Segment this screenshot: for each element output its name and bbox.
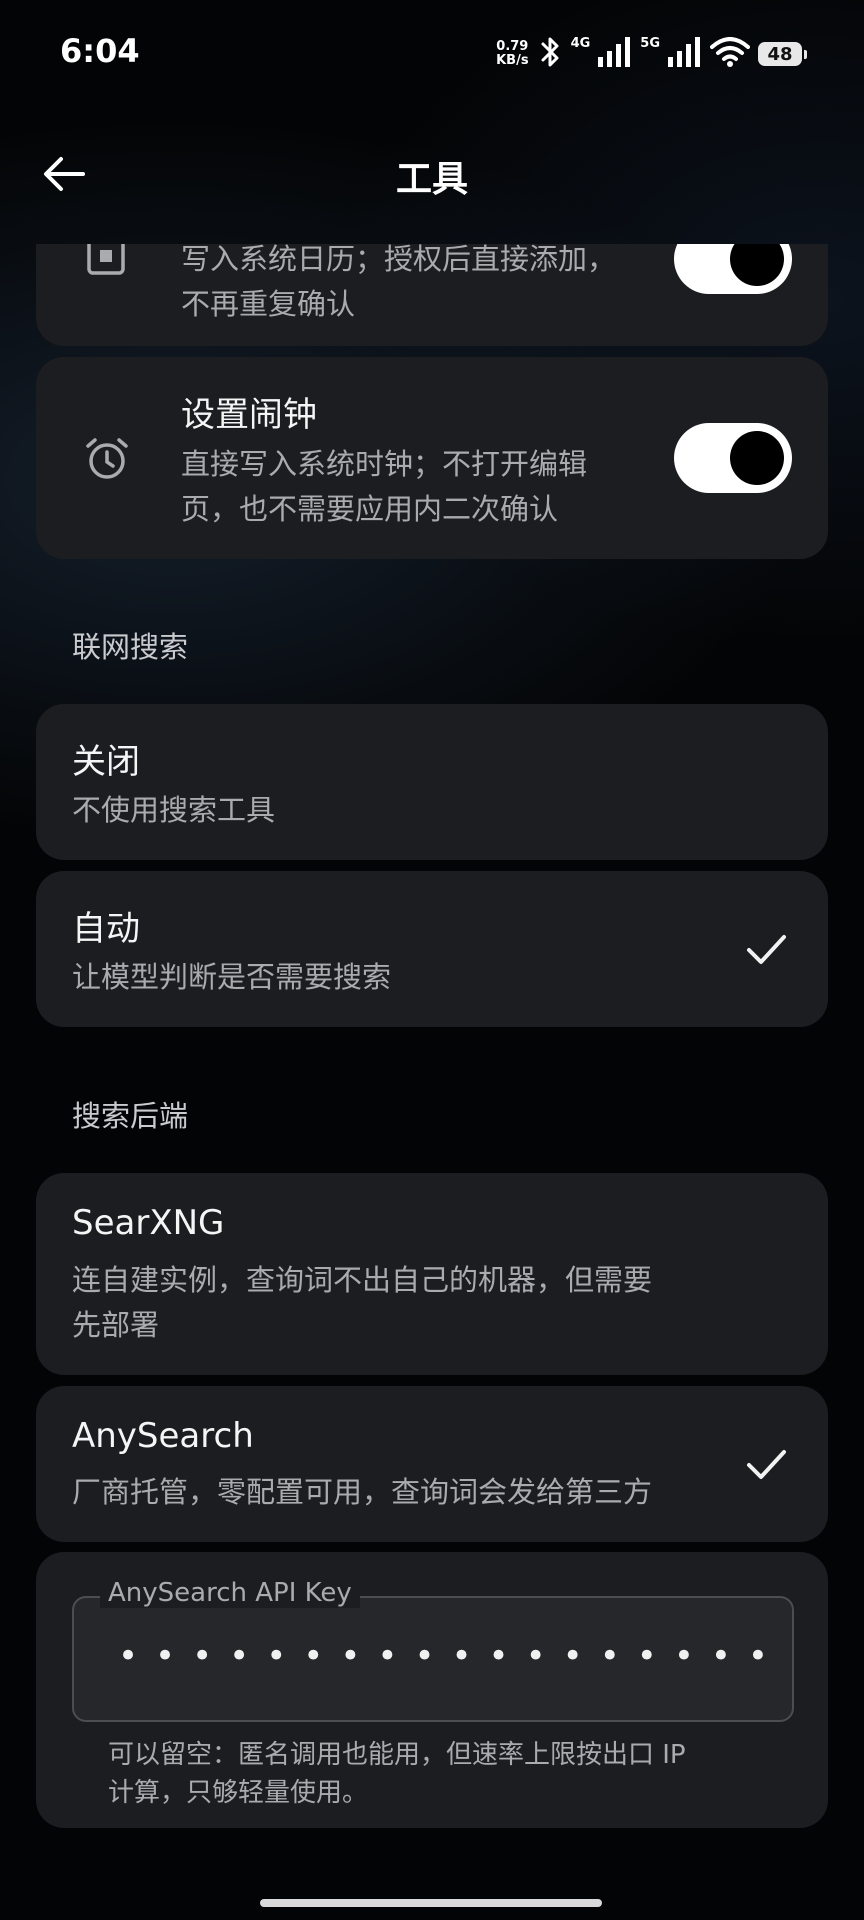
- option-desc-line-1: 连自建实例，查询词不出自己的机器，但需要: [72, 1263, 653, 1297]
- option-desc: 厂商托管，零配置可用，查询词会发给第三方: [72, 1475, 653, 1509]
- status-bar: 6:04 0.79 KB/s 4G 5G 48: [0, 0, 864, 110]
- api-key-input-value[interactable]: ••••••••••••••••••••••••: [118, 1636, 768, 1676]
- battery-indicator: 48: [758, 42, 807, 66]
- toggle-knob: [730, 431, 784, 485]
- option-desc-line-2: 先部署: [72, 1308, 160, 1342]
- calendar-desc-line-2: 不再重复确认: [181, 287, 356, 321]
- signal-2-label: 5G: [640, 36, 660, 51]
- checkmark-icon: [747, 1450, 786, 1479]
- section-label-search-backend: 搜索后端: [72, 1099, 189, 1133]
- api-key-input[interactable]: AnySearch API Key ••••••••••••••••••••••…: [72, 1578, 794, 1722]
- api-key-hint-line-1: 可以留空：匿名调用也能用，但速率上限按出口 IP: [108, 1740, 686, 1770]
- status-time: 6:04: [60, 32, 140, 70]
- option-desc: 不使用搜索工具: [72, 793, 276, 827]
- api-key-card: AnySearch API Key ••••••••••••••••••••••…: [36, 1552, 828, 1828]
- option-title: SearXNG: [72, 1203, 225, 1243]
- alarm-title: 设置闹钟: [181, 395, 317, 435]
- search-backend-option-anysearch[interactable]: AnySearch 厂商托管，零配置可用，查询词会发给第三方: [36, 1386, 828, 1542]
- calendar-icon: [86, 244, 126, 280]
- alarm-toggle[interactable]: [674, 423, 792, 493]
- gesture-navigation-handle[interactable]: [260, 1899, 602, 1907]
- alarm-desc-line-1: 直接写入系统时钟；不打开编辑: [181, 447, 588, 481]
- alarm-clock-icon: [84, 436, 130, 486]
- option-title: 自动: [72, 909, 140, 949]
- calendar-toggle[interactable]: [674, 244, 792, 294]
- settings-scroll-area[interactable]: 写入系统日历；授权后直接添加， 不再重复确认 设置闹钟 直接写入系统时钟；不打开…: [0, 244, 864, 1920]
- option-desc: 让模型判断是否需要搜索: [72, 960, 392, 994]
- network-speed-value: 0.79: [496, 39, 529, 54]
- cellular-signal-icon: [598, 37, 632, 71]
- toggle-knob: [730, 244, 784, 286]
- api-key-input-label: AnySearch API Key: [100, 1578, 360, 1608]
- api-key-hint: 可以留空：匿名调用也能用，但速率上限按出口 IP 计算，只够轻量使用。: [108, 1736, 788, 1812]
- bluetooth-icon: [537, 35, 563, 73]
- signal-1-label: 4G: [570, 36, 591, 51]
- search-backend-option-searxng[interactable]: SearXNG 连自建实例，查询词不出自己的机器，但需要 先部署: [36, 1173, 828, 1375]
- web-search-option-auto[interactable]: 自动 让模型判断是否需要搜索: [36, 871, 828, 1027]
- calendar-tool-card[interactable]: 写入系统日历；授权后直接添加， 不再重复确认: [36, 244, 828, 346]
- network-speed-unit: KB/s: [496, 53, 529, 68]
- alarm-desc-line-2: 页，也不需要应用内二次确认: [181, 492, 559, 526]
- checkmark-icon: [747, 935, 786, 964]
- cellular-signal-icon: [668, 37, 702, 71]
- option-title: 关闭: [72, 742, 140, 782]
- calendar-desc-line-1: 写入系统日历；授权后直接添加，: [181, 244, 617, 276]
- web-search-option-off[interactable]: 关闭 不使用搜索工具: [36, 704, 828, 860]
- api-key-hint-line-2: 计算，只够轻量使用。: [108, 1778, 369, 1808]
- status-icons: 0.79 KB/s 4G 5G 48: [496, 34, 807, 74]
- wifi-icon: [710, 37, 750, 71]
- network-speed: 0.79 KB/s: [496, 40, 528, 68]
- alarm-tool-card[interactable]: 设置闹钟 直接写入系统时钟；不打开编辑 页，也不需要应用内二次确认: [36, 357, 828, 559]
- option-title: AnySearch: [72, 1416, 254, 1456]
- section-label-web-search: 联网搜索: [72, 630, 189, 664]
- page-title: 工具: [395, 159, 468, 200]
- top-app-bar: 工具: [0, 120, 864, 230]
